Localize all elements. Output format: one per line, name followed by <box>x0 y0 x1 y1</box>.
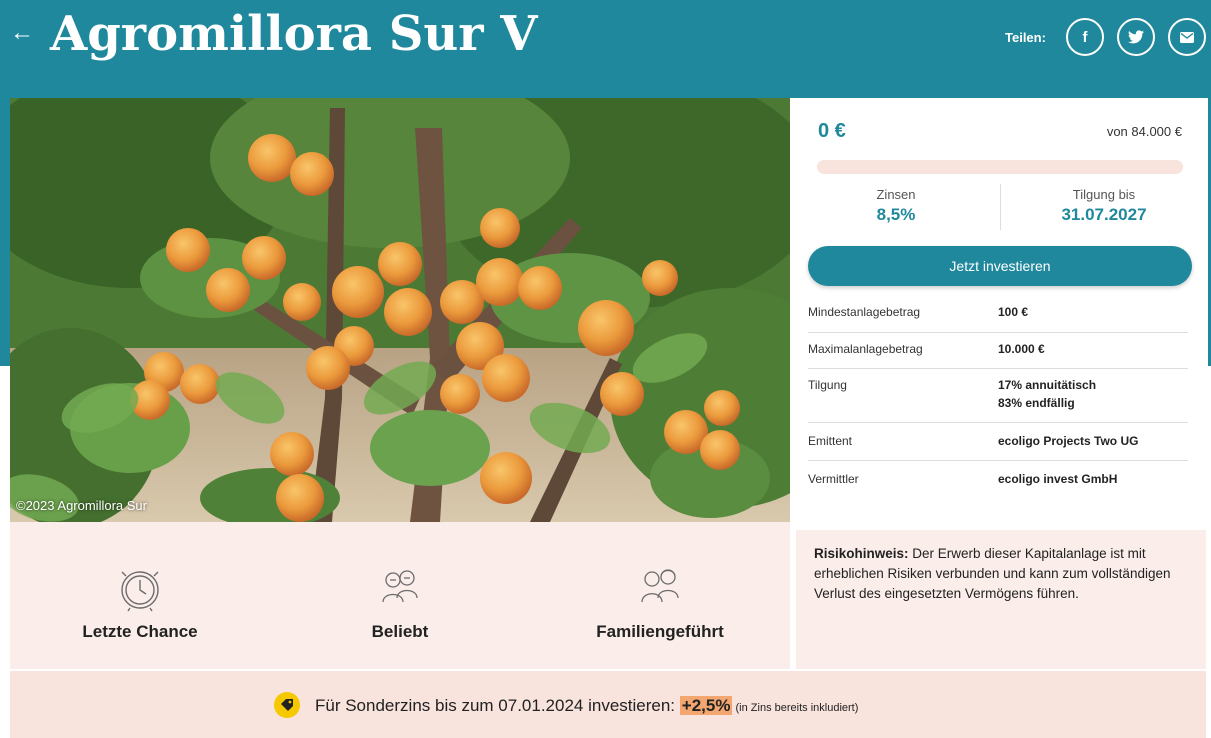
detail-label: Tilgung <box>808 378 847 392</box>
detail-row-min: Mindestanlagebetrag 100 € <box>808 298 1188 333</box>
repayment-value: 31.07.2027 <box>1061 205 1147 224</box>
tag-icon <box>274 692 300 718</box>
family-icon <box>638 566 682 611</box>
detail-value: ecoligo invest GmbH <box>998 472 1118 486</box>
repayment-label: Tilgung bis <box>1072 187 1136 202</box>
project-photo <box>10 98 790 522</box>
photo-credit: ©2023 Agromillora Sur <box>16 498 147 513</box>
bonus-rate: +2,5% <box>679 696 733 715</box>
clock-icon <box>118 568 162 617</box>
funding-goal: von 84.000 € <box>1106 124 1182 139</box>
detail-value: ecoligo Projects Two UG <box>998 434 1139 448</box>
page-title: Agromillora Sur V <box>50 6 538 62</box>
features-section: Letzte Chance Beliebt Familiengeführt <box>10 522 790 669</box>
interest-label: Zinsen <box>876 187 916 202</box>
detail-row-issuer: Emittent ecoligo Projects Two UG <box>808 422 1188 461</box>
twitter-icon[interactable] <box>1117 18 1155 56</box>
feature-label: Familiengeführt <box>596 622 724 641</box>
arrow-left-icon[interactable]: ← <box>10 18 34 48</box>
investment-panel: 0 € von 84.000 € Zinsen 8,5% Tilgung bis… <box>790 98 1208 522</box>
detail-value: 10.000 € <box>998 342 1045 356</box>
facebook-icon[interactable]: f <box>1066 18 1104 56</box>
feature-label: Beliebt <box>371 622 429 641</box>
mail-icon[interactable] <box>1168 18 1206 56</box>
detail-label: Maximalanlagebetrag <box>808 342 923 356</box>
feature-label: Letzte Chance <box>82 622 198 641</box>
people-icon <box>380 566 420 611</box>
detail-row-repayment: Tilgung 17% annuitätisch 83% endfällig <box>808 368 1188 423</box>
detail-value-second-line: 83% endfällig <box>998 396 1075 410</box>
funding-progress-bar <box>817 160 1183 174</box>
detail-label: Mindestanlagebetrag <box>808 305 921 319</box>
risk-title: Risikohinweis: <box>814 546 909 561</box>
invest-now-button[interactable]: Jetzt investieren <box>808 246 1192 286</box>
feature-popular: Beliebt <box>270 522 530 669</box>
bonus-text: Für Sonderzins bis zum 07.01.2024 invest… <box>315 695 858 719</box>
feature-family: Familiengeführt <box>530 522 790 669</box>
detail-label: Emittent <box>808 434 853 448</box>
feature-last-chance: Letzte Chance <box>10 522 270 669</box>
header: ← Agromillora Sur V Teilen: f <box>0 0 1211 98</box>
detail-row-max: Maximalanlagebetrag 10.000 € <box>808 332 1188 369</box>
bonus-note: (in Zins bereits inkludiert) <box>732 702 859 714</box>
bonus-message: Für Sonderzins bis zum 07.01.2024 invest… <box>315 696 680 715</box>
bonus-banner: Für Sonderzins bis zum 07.01.2024 invest… <box>10 671 1206 738</box>
share-label: Teilen: <box>1005 30 1046 45</box>
detail-label: Vermittler <box>808 472 859 486</box>
detail-value: 17% annuitätisch <box>998 378 1097 392</box>
raised-amount: 0 € <box>818 120 846 142</box>
stat-divider <box>1000 184 1001 230</box>
detail-row-broker: Vermittler ecoligo invest GmbH <box>808 460 1188 498</box>
detail-value: 100 € <box>998 305 1029 319</box>
interest-value: 8,5% <box>876 205 916 224</box>
risk-notice: Risikohinweis: Der Erwerb dieser Kapital… <box>796 530 1206 669</box>
